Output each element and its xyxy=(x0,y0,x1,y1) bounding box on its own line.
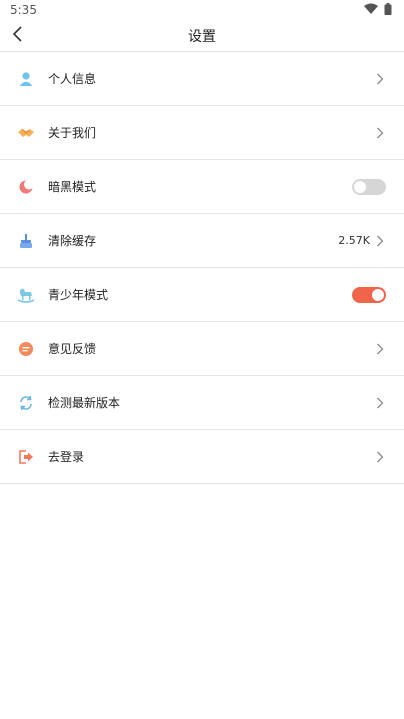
settings-item-login[interactable]: 去登录 xyxy=(0,430,404,484)
youth-mode-toggle[interactable] xyxy=(352,286,386,303)
chevron-right-icon xyxy=(376,234,386,248)
settings-item-clear-cache[interactable]: 清除缓存 2.57K xyxy=(0,214,404,268)
settings-item-label: 青少年模式 xyxy=(48,288,109,302)
settings-item-dark-mode[interactable]: 暗黑模式 xyxy=(0,160,404,214)
app-header: 设置 xyxy=(0,20,404,52)
settings-item-label: 去登录 xyxy=(48,450,85,464)
settings-item-profile[interactable]: 个人信息 xyxy=(0,52,404,106)
chevron-right-icon xyxy=(376,342,386,356)
settings-item-youth-mode[interactable]: 青少年模式 xyxy=(0,268,404,322)
toggle-knob xyxy=(372,288,384,301)
settings-item-check-update[interactable]: 检测最新版本 xyxy=(0,376,404,430)
settings-item-feedback[interactable]: 意见反馈 xyxy=(0,322,404,376)
settings-item-label: 个人信息 xyxy=(48,72,97,86)
battery-icon xyxy=(384,2,392,18)
login-icon xyxy=(16,447,36,467)
user-icon xyxy=(16,69,36,89)
settings-list: 个人信息 关于我们 暗黑模式 清除缓存 2.57K 青少年模式 意见反馈 检测最… xyxy=(0,52,404,484)
chevron-right-icon xyxy=(376,72,386,86)
feedback-icon xyxy=(16,339,36,359)
rocking-horse-icon xyxy=(16,285,36,305)
refresh-icon xyxy=(16,393,36,413)
back-arrow-icon xyxy=(12,26,24,46)
moon-icon xyxy=(16,177,36,197)
settings-item-label: 检测最新版本 xyxy=(48,396,121,410)
page-title: 设置 xyxy=(188,28,216,45)
wifi-icon xyxy=(364,3,378,17)
settings-item-about[interactable]: 关于我们 xyxy=(0,106,404,160)
settings-item-label: 关于我们 xyxy=(48,126,97,140)
handshake-icon xyxy=(16,123,36,143)
status-time: 5:35 xyxy=(10,3,37,17)
settings-item-label: 清除缓存 xyxy=(48,234,97,248)
settings-item-label: 暗黑模式 xyxy=(48,180,97,194)
broom-icon xyxy=(16,231,36,251)
status-icons xyxy=(364,2,392,18)
cache-size-value: 2.57K xyxy=(338,234,370,247)
chevron-right-icon xyxy=(376,450,386,464)
toggle-knob xyxy=(354,180,366,193)
status-bar: 5:35 xyxy=(0,0,404,20)
settings-item-label: 意见反馈 xyxy=(48,342,97,356)
dark-mode-toggle[interactable] xyxy=(352,178,386,195)
chevron-right-icon xyxy=(376,396,386,410)
chevron-right-icon xyxy=(376,126,386,140)
back-button[interactable] xyxy=(6,24,30,48)
